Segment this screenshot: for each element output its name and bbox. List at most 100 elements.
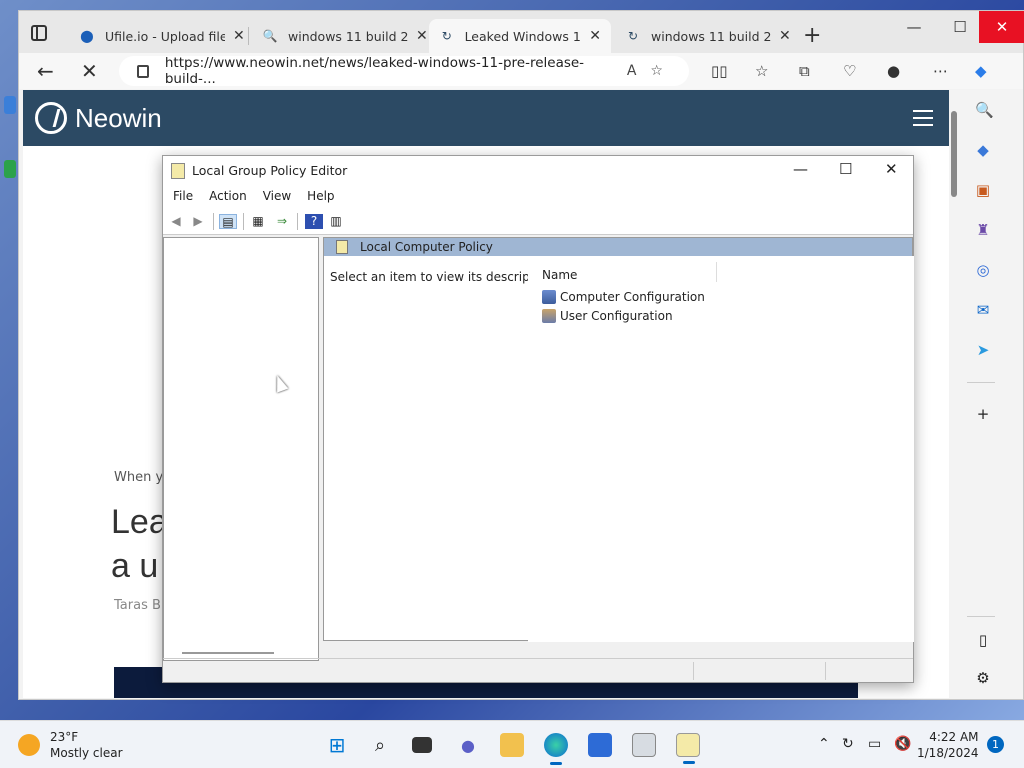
gpedit-details-pane: Local Computer Policy Select an item to … [323,237,914,642]
gpedit-app-icon [171,162,185,179]
column-divider[interactable] [716,262,717,282]
tab-neowin[interactable]: ↻ windows 11 build 213 ✕ [615,19,801,53]
games-icon[interactable]: ♜ [975,222,991,238]
tools-icon[interactable]: ▣ [975,182,991,198]
clock-time: 4:22 AM [929,730,979,744]
list-item-computer-configuration[interactable]: Computer Configuration [542,290,705,304]
show-hide-tree-icon[interactable]: ▤ [219,214,237,229]
tab-separator [248,27,249,45]
action-pane-icon[interactable]: ▥ [327,214,345,229]
item-description: Select an item to view its description. [330,270,557,284]
display-icon[interactable]: ▭ [868,736,881,752]
hide-sidebar-icon[interactable]: ▯ [975,632,991,648]
sync-icon[interactable]: ↻ [842,736,854,752]
sidebar-separator [967,616,995,617]
back-arrow-icon[interactable]: ← [37,59,54,83]
menu-file[interactable]: File [173,189,193,203]
menu-action[interactable]: Action [209,189,247,203]
close-icon[interactable]: ✕ [416,28,428,44]
shopping-tag-icon[interactable]: ◆ [975,142,991,158]
gpedit-titlebar[interactable]: Local Group Policy Editor — ☐ ✕ [163,156,913,185]
task-view-icon[interactable] [412,737,432,753]
clock[interactable]: 4:22 AM 1/18/2024 [917,729,979,761]
tab-ufile[interactable]: ⬤ Ufile.io - Upload files ✕ [69,19,255,53]
notification-badge[interactable]: 1 [987,736,1004,753]
hamburger-menu-icon[interactable] [913,110,933,131]
browser-essentials-icon[interactable]: ♡ [843,62,856,80]
favorites-icon[interactable]: ☆ [755,62,768,80]
export-list-icon[interactable]: ⇒ [273,214,291,229]
list-item-user-configuration[interactable]: User Configuration [542,309,673,323]
new-tab-button[interactable]: + [803,23,821,48]
policy-icon [336,240,348,254]
chevron-up-icon[interactable]: ⌃ [818,736,830,752]
tab-actions-icon[interactable] [31,25,47,41]
horizontal-scrollbar[interactable] [182,652,274,654]
tab-neowin-active[interactable]: ↻ Leaked Windows 11 p ✕ [429,19,611,53]
weather-temp: 23°F [50,730,79,744]
properties-icon[interactable]: ▦ [249,214,267,229]
minimize-button[interactable]: — [793,160,808,178]
maximize-button[interactable]: ☐ [839,160,852,178]
weather-widget[interactable]: 23°F Mostly clear [18,729,123,761]
items-list[interactable]: Name Computer Configuration User Configu… [528,256,914,642]
site-header: Neowin [23,90,949,146]
outlook-icon[interactable]: ✉ [975,302,991,318]
send-icon[interactable]: ➤ [975,342,991,358]
file-explorer-icon[interactable] [500,733,524,757]
profile-avatar-icon[interactable]: ● [887,62,900,80]
tab-label: windows 11 build 213 [651,28,771,44]
desktop-icons [0,50,18,178]
split-screen-icon[interactable]: ▯▯ [711,62,728,80]
collections-icon[interactable]: ⧉ [799,62,810,80]
gpedit-taskbar-icon[interactable] [676,733,700,764]
gpedit-menubar: File Action View Help [163,185,913,207]
desktop-icon[interactable] [4,160,16,178]
copilot-icon[interactable]: ◆ [975,62,987,80]
clock-date: 1/18/2024 [917,746,979,760]
gpedit-toolbar: ◀ ▶ ▤ ▦ ⇒ ? ▥ [163,207,913,235]
column-header-name[interactable]: Name [542,268,577,282]
forward-arrow-icon[interactable]: ▶ [189,214,207,229]
back-arrow-icon[interactable]: ◀ [167,214,185,229]
store-icon[interactable] [588,733,612,757]
close-icon[interactable]: ✕ [589,28,601,44]
site-logo[interactable]: Neowin [35,102,162,134]
settings-gear-icon[interactable]: ⚙ [975,670,991,686]
chat-icon[interactable]: ● [456,733,480,757]
volume-muted-icon[interactable]: 🔇 [894,736,911,752]
article-author[interactable]: Taras B [114,598,161,613]
article-title: Lea a u [111,500,168,588]
management-console-icon[interactable] [632,733,656,757]
help-icon[interactable]: ? [305,214,323,229]
gpedit-window: Local Group Policy Editor — ☐ ✕ File Act… [162,155,914,683]
stop-loading-icon[interactable]: ✕ [81,59,98,83]
tab-label: Leaked Windows 11 p [464,28,582,44]
search-icon[interactable]: 🔍 [975,102,994,118]
search-icon[interactable]: ⌕ [368,733,392,757]
url-bar[interactable]: https://www.neowin.net/news/leaked-windo… [119,55,689,87]
gpedit-tree-pane[interactable] [163,237,319,661]
menu-help[interactable]: Help [307,189,334,203]
neowin-icon: ↻ [627,29,639,43]
close-icon[interactable]: ✕ [233,28,245,44]
list-item-label: Computer Configuration [560,290,705,304]
maximize-button[interactable]: ☐ [937,11,983,43]
status-separator [693,662,694,680]
start-windows-icon[interactable]: ⊞ [325,733,349,757]
add-icon[interactable]: + [975,406,991,422]
user-icon [542,309,556,323]
menu-view[interactable]: View [263,189,291,203]
more-options-icon[interactable]: ⋯ [933,62,948,80]
microsoft365-icon[interactable]: ◎ [975,262,991,278]
tab-search[interactable]: 🔍 windows 11 build 213 ✕ [252,19,438,53]
toolbar-separator [243,213,244,230]
edge-browser-icon[interactable] [544,733,568,765]
desktop-icon[interactable] [4,96,16,114]
close-button[interactable]: ✕ [885,160,898,178]
tab-label: windows 11 build 213 [288,28,408,44]
close-button[interactable]: ✕ [979,11,1024,43]
close-icon[interactable]: ✕ [779,28,791,44]
minimize-button[interactable]: — [891,11,937,43]
read-aloud-favorite-icons[interactable]: A☆ [627,63,677,79]
